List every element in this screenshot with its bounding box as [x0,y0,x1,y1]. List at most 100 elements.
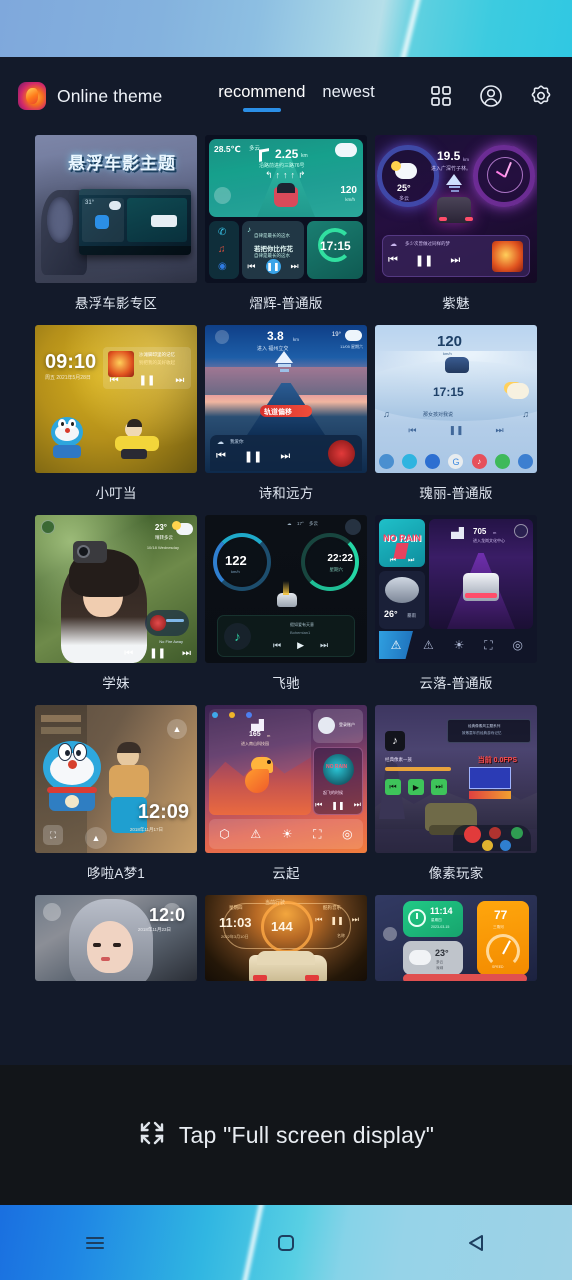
thumb-distance: 19.5 [437,149,461,163]
theme-card-label: 哆啦A梦1 [86,866,145,881]
thumb-clock: 12:0 [148,905,185,925]
thumb-road: 进入广深竹子林。 [431,166,472,172]
thumb-badge: 轨道偏移 [264,409,292,416]
theme-thumbnail[interactable]: 122 km/h 22:22 星期六 ☁ 17° 多云 ♪ 假如爱有天意 Boh… [205,515,367,663]
theme-card[interactable]: 120 km/h 17:15 那女孩对我说 ♫ ♫ ⏮ ❚❚ ⏭ G ♪ 瑰丽-… [375,325,537,502]
fullscreen-hint-text: Tap "Full screen display" [178,1121,435,1148]
thumb-weekday: 星期六 [329,567,344,572]
theme-thumbnail[interactable]: 当前行驶 星期四 11:03 2022年3月10日 144 酷狗音乐 ⏮ ❚❚ ⏭ … [205,895,367,981]
account-icon[interactable] [478,83,504,109]
theme-thumbnail[interactable]: 120 km/h 17:15 那女孩对我说 ♫ ♫ ⏮ ❚❚ ⏭ G ♪ [375,325,537,473]
theme-card[interactable]: 31° 悬浮车影主题 悬浮车影专区 [35,135,197,312]
home-button[interactable] [191,1229,382,1257]
theme-card[interactable]: 23° 晴转多云 10/18 Wednesday No Fire Away ⏮ ❚… [35,515,197,692]
theme-thumbnail[interactable]: 3.8 km 进入 福州立交 19° 11/05 星期六 轨道偏移 我爱你 ☁ … [205,325,367,473]
settings-gear-icon[interactable] [528,83,554,109]
thumb-speed-unit: km/h [231,569,240,574]
tab-newest[interactable]: newest [322,83,374,112]
grid-view-icon[interactable] [428,83,454,109]
theme-thumbnail[interactable]: 12:0 2018年11月23日 [35,895,197,981]
square-icon [272,1229,300,1257]
thumb-speed: 120 [437,333,463,350]
theme-card[interactable]: 12:09 2018年11月17日 ▲ ⛶ ▲ 哆啦A梦1 [35,705,197,882]
thumb-weather: 晴转多云 [155,535,173,540]
thumb-weekday: 星期四 [229,905,243,910]
thumb-track: 多少次曾做过同样的梦 [405,241,450,246]
theme-thumbnail[interactable]: 31° 悬浮车影主题 [35,135,197,283]
thumb-speed-unit: km/h [345,197,355,202]
theme-card[interactable]: 3.8 km 进入 福州立交 19° 11/05 星期六 轨道偏移 我爱你 ☁ … [205,325,367,502]
theme-card-label: 像素玩家 [428,866,484,881]
page-title: Online theme [57,85,163,106]
thumb-temp: 28.5℃ [214,144,241,154]
theme-card-label: 熠辉-普通版 [249,296,323,311]
thumb-artist: 别把我的美好收起 [139,360,175,365]
thumb-speed: 120 [340,185,357,196]
theme-card-label: 学妹 [102,676,130,691]
fullscreen-hint-bar[interactable]: Tap "Full screen display" [0,1065,572,1205]
theme-thumbnail[interactable]: ♪ 经典像素一族 ⏮ ▶ ⏭ 经典像素风主题系列 致敬童年的经典游戏记忆 当前 … [375,705,537,853]
theme-card-label: 云起 [272,866,300,881]
thumb-clock: 12:09 [137,801,189,823]
thumb-temp: 25° [397,183,411,193]
theme-card[interactable]: 28.5℃ 多云 2.25 km 沿路前进约三路76号 ↰ ↑ ↑ ↑ ↱ 120 [205,135,367,312]
thumb-date: 2023-03-15 [431,925,450,929]
thumb-road: 进入南山科技园 [241,741,269,746]
theme-thumbnail[interactable]: 23° 晴转多云 10/18 Wednesday No Fire Away ⏮ ❚… [35,515,197,663]
theme-card[interactable]: 当前行驶 星期四 11:03 2022年3月10日 144 酷狗音乐 ⏮ ❚❚ ⏭ … [205,895,367,981]
thumb-clock: 11:03 [219,915,252,930]
theme-card[interactable]: 12:0 2018年11月23日 [35,895,197,981]
theme-card[interactable]: 122 km/h 22:22 星期六 ☁ 17° 多云 ♪ 假如爱有天意 Boh… [205,515,367,692]
thumb-score-label: 三角河 [493,925,504,929]
theme-thumbnail[interactable]: 11:14 星期四 2023-03-15 23° 多云 深圳 77 三角河 SP… [375,895,537,981]
thumb-unit: km [301,153,308,159]
thumb-badge: 当前 0.0FPS [477,757,517,764]
theme-thumbnail[interactable]: 165 m 进入南山科技园 登录账户 NO RAIN 起飞的时候 ⏮ ❚❚ ⏭ … [205,705,367,853]
menu-recents-button[interactable] [0,1229,191,1257]
thumb-distance: 3.8 [267,329,284,343]
theme-thumbnail[interactable]: NO RAIN ⏮ ⏭ 26° 暴雨 705 m 进入龙岗文化中心 ⚠ ⚠ ☀ … [375,515,537,663]
thumb-weekday: 星期四 [431,918,442,922]
thumb-road: 进入龙岗文化中心 [473,538,505,543]
theme-card-label: 紫魅 [442,296,470,311]
theme-card[interactable]: 165 m 进入南山科技园 登录账户 NO RAIN 起飞的时候 ⏮ ❚❚ ⏭ … [205,705,367,882]
thumb-profile: 登录账户 [339,722,355,727]
theme-store-app: Online theme recommend newest 31° 悬浮车影主题… [0,57,572,1065]
android-nav-bar [0,1205,572,1280]
tab-active-underline [242,108,281,112]
thumb-speed: 144 [271,919,293,934]
thumb-date: 周五 2021年5月28日 [45,375,91,381]
theme-thumbnail[interactable]: 28.5℃ 多云 2.25 km 沿路前进约三路76号 ↰ ↑ ↑ ↑ ↱ 120 [205,135,367,283]
thumb-temp: 23° [435,948,449,958]
theme-card-label: 飞驰 [272,676,300,691]
thumb-date: 10/18 Wednesday [146,545,179,550]
thumb-score: 77 [494,908,508,922]
thumb-weather-1: 多云 [436,960,444,964]
thumb-weather-2: 深圳 [436,966,444,970]
theme-thumbnail[interactable]: 25° 多云 19.5 km 进入广深竹子林。 多少次曾做过同样的梦 ☁ ⏮ ❚… [375,135,537,283]
thumb-song: 若把你比作花 [254,246,293,253]
thumb-unit: km [293,337,299,342]
thumb-song: 那女孩对我说 [423,412,454,418]
theme-card[interactable]: 11:14 星期四 2023-03-15 23° 多云 深圳 77 三角河 SP… [375,895,537,981]
thumb-song: 经典像素一族 [385,757,412,762]
thumb-banner-text: 悬浮车影主题 [68,153,176,173]
theme-card[interactable]: 09:10 周五 2021年5月28日 沙滩脚印里的记忆 别把我的美好收起 ⏮ ❚… [35,325,197,502]
wallpaper-strip [0,0,572,57]
wallpaper-light-streak [390,0,428,57]
thumb-no-rain: NO RAIN [383,533,421,543]
thumb-clock: 11:14 [430,906,453,916]
theme-thumbnail[interactable]: 09:10 周五 2021年5月28日 沙滩脚印里的记忆 别把我的美好收起 ⏮ ❚… [35,325,197,473]
thumb-song: 沙滩脚印里的记忆 [139,352,175,357]
theme-card[interactable]: 25° 多云 19.5 km 进入广深竹子林。 多少次曾做过同样的梦 ☁ ⏮ ❚… [375,135,537,312]
thumb-clock: 17:15 [320,239,351,253]
theme-card-label: 悬浮车影专区 [74,296,158,311]
theme-card[interactable]: NO RAIN ⏮ ⏭ 26° 暴雨 705 m 进入龙岗文化中心 ⚠ ⚠ ☀ … [375,515,537,692]
back-button[interactable] [381,1229,572,1257]
thumb-speed: 122 [225,553,247,568]
theme-thumbnail[interactable]: 12:09 2018年11月17日 ▲ ⛶ ▲ [35,705,197,853]
thumb-distance: 705 [473,527,487,536]
tab-recommend[interactable]: recommend [218,83,305,112]
thumb-clock: 17:15 [433,385,464,399]
theme-card[interactable]: ♪ 经典像素一族 ⏮ ▶ ⏭ 经典像素风主题系列 致敬童年的经典游戏记忆 当前 … [375,705,537,882]
